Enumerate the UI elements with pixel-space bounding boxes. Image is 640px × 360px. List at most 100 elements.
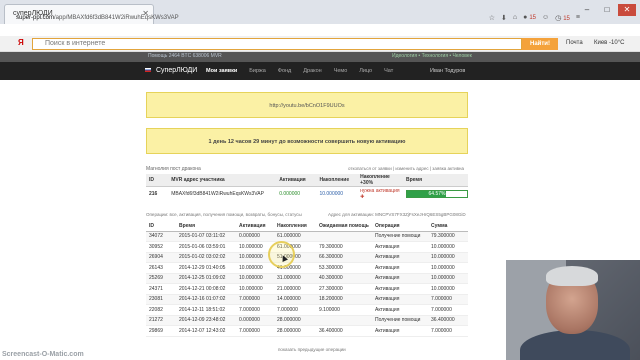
search-input[interactable]: Поиск в интернете [32,38,522,50]
table-cell: 2015-01-06 03:59:01 [176,241,236,253]
table-cell: 10.000000 [428,273,468,284]
table-cell: 79.300000 [316,241,372,253]
stats-links[interactable]: откопаться от заявки | изменить адрес | … [348,166,464,171]
show-previous-link[interactable]: показать предыдущие операции [278,347,346,352]
table-cell: 2014-12-29 01:40:05 [176,262,236,274]
ops-header-id: ID [146,221,176,232]
table-row: 26904 2015-01-02 03:02:02 10.000000 51.0000… [146,252,468,263]
table-cell: Активация [372,252,428,263]
table-cell: 79.300000 [428,231,468,242]
user-menu[interactable]: Иван Тодуров [430,68,465,74]
table-cell: 14.000000 [274,294,316,305]
table-cell: Активация [372,304,428,316]
stats-row: 216 MBAXfd6f3dB841W2iRwuhEqsKWs3VAP 0.00… [146,187,468,201]
browser-window: суперЛЮДИ ✕ – □ ✕ super-ppl.com/app/MBAX… [0,0,640,360]
stats-status[interactable]: нужна активация ✚ [357,187,403,201]
nav-item-fund[interactable]: Фонд [278,68,292,74]
table-cell: Активация [372,325,428,337]
video-link[interactable]: http://youtu.be/bCnO1F9UUOs [269,103,344,109]
star-icon[interactable]: ☆ [489,14,495,22]
stats-header-time: Время [403,174,468,187]
ops-activation-address: Адрес для активации: MNCPVS7FX3ZjFsXeJHr… [328,212,466,217]
table-cell: 30952 [146,241,176,253]
table-row: 24371 2014-12-21 00:08:02 10.000000 21.0000… [146,283,468,295]
table-cell: 22082 [146,304,176,316]
table-cell: 9.100000 [316,304,372,316]
smiley-icon[interactable]: ☺ [542,14,549,22]
notification-icon[interactable]: ● 15 [523,14,536,22]
table-cell: 7.000000 [428,294,468,305]
table-cell: 2014-12-11 18:51:02 [176,304,236,316]
table-cell: 10.000000 [236,262,274,274]
stats-header-accum30: Накопление +30% [357,174,403,187]
weather-link[interactable]: Киев -10°C [594,40,624,46]
table-cell: 10.000000 [428,252,468,263]
mail-link[interactable]: Почта [566,40,583,46]
search-button[interactable]: Найти! [522,38,558,50]
nav-item-dragon[interactable]: Дракон [303,68,321,74]
table-cell: 2014-12-07 12:43:02 [176,325,236,337]
table-cell: 25269 [146,273,176,284]
table-cell: 7.000000 [236,294,274,305]
table-cell: 2014-12-16 01:07:02 [176,294,236,305]
address-bar[interactable]: super-ppl.com/app/MBAXfd6f3dB841W2iRwuhE… [0,14,640,26]
table-cell: 10.000000 [428,241,468,253]
stats-title: Магнолия пост дракона [146,166,201,172]
table-cell: 10.000000 [236,283,274,295]
stats-time: 64.57% [403,187,468,201]
flag-icon[interactable] [145,68,151,72]
home-icon[interactable]: ⌂ [513,14,517,22]
info-slogan: Идеология • Технология • Человек [392,53,472,59]
clock-count: 15 [563,16,570,22]
table-cell: Активация [372,262,428,274]
table-cell: 66.300000 [316,252,372,263]
stats-id: 216 [149,190,158,197]
table-cell [316,315,372,326]
app-navbar: СуперЛЮДИ Мои заявки Биржа Фонд Дракон Ч… [0,62,640,80]
table-row: 30952 2015-01-06 03:59:01 10.000000 61.0000… [146,241,468,253]
url-text[interactable]: super-ppl.com/app/MBAXfd6f3dB841W2iRwuhE… [16,15,179,21]
table-cell: 0.000000 [236,231,274,242]
table-cell: 23081 [146,294,176,305]
table-cell: 36.400000 [428,315,468,326]
browser-tools: ☆ ⬇ ⌂ ● 15 ☺ ◷ 15 ≡ [489,14,580,22]
nav-item-exchange[interactable]: Биржа [249,68,265,74]
stats-table: ID MVR адрес участника Активация Накопле… [146,174,468,201]
table-cell: 40.300000 [316,273,372,284]
table-cell: Активация [372,294,428,305]
webcam-person-body [520,330,630,360]
video-link-notice: http://youtu.be/bCnO1F9UUOs [146,92,468,118]
table-cell: Активация [372,283,428,295]
clock-icon[interactable]: ◷ 15 [555,14,570,22]
download-icon[interactable]: ⬇ [501,14,507,22]
table-cell: 61.000000 [274,231,316,242]
table-cell: 2014-12-25 01:09:02 [176,273,236,284]
stats-header-id: ID [146,174,169,187]
url-path: /app/MBAXfd6f3dB841W2iRwuhEqsKWs3VAP [54,15,179,21]
ops-header-expected: Ожидаемая помощь [316,221,372,232]
table-cell: 21.000000 [274,283,316,295]
nav-item-chemo[interactable]: Чемо [334,68,348,74]
menu-icon[interactable]: ≡ [576,14,580,22]
ops-filter[interactable]: Операции: все, активация, получения помо… [146,212,302,217]
app-info-bar: Помощь 2464 BTC 638006 MVR Идеология • Т… [0,52,640,62]
nav-item-chat[interactable]: Чат [384,68,393,74]
table-cell: 36.400000 [316,325,372,337]
recorder-watermark: Screencast-O-Matic.com [2,351,84,358]
table-cell [316,231,372,242]
table-cell: 18.200000 [316,294,372,305]
table-cell: Получение помощи [372,231,428,242]
nav-item-my-requests[interactable]: Мои заявки [206,68,237,74]
brand-logo[interactable]: СуперЛЮДИ [156,67,197,74]
nav-menu: Мои заявки Биржа Фонд Дракон Чемо Лицо Ч… [206,68,393,74]
stats-header-activation: Активация [276,174,317,187]
plus-icon: ✚ [360,193,365,200]
table-cell: Активация [372,241,428,253]
operations-table: ID Время Активация Накопления Ожидаемая … [146,221,468,337]
table-row: 22082 2014-12-11 18:51:02 7.000000 7.000000… [146,304,468,316]
nav-item-faces[interactable]: Лицо [359,68,372,74]
table-cell: 28.000000 [274,315,316,326]
ops-header-sum: Сумма [428,221,468,232]
table-cell: 2014-12-09 23:48:02 [176,315,236,326]
yandex-logo-icon: Я [18,38,24,47]
